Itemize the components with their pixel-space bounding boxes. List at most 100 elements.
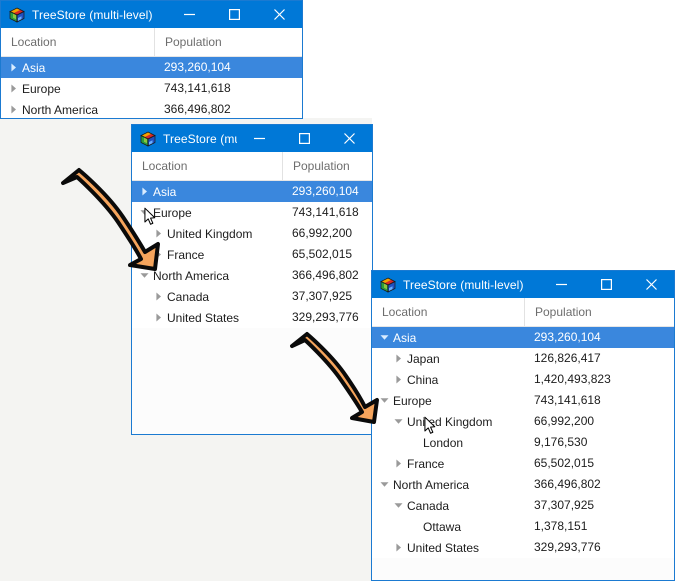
chevron-right-icon[interactable] bbox=[5, 57, 21, 78]
column-header-population[interactable]: Population bbox=[154, 28, 302, 56]
tree-row-location: Europe bbox=[132, 202, 282, 223]
tree-row[interactable]: France 65,502,015 bbox=[132, 244, 372, 265]
column-header-population[interactable]: Population bbox=[524, 298, 674, 326]
chevron-right-icon[interactable] bbox=[150, 286, 166, 307]
close-button[interactable] bbox=[327, 125, 372, 152]
tree-row-location: Europe bbox=[1, 78, 154, 99]
column-header-location[interactable]: Location bbox=[1, 28, 154, 56]
tree-row-population: 366,496,802 bbox=[164, 102, 231, 116]
chevron-down-icon[interactable] bbox=[390, 411, 406, 432]
chevron-right-icon[interactable] bbox=[150, 223, 166, 244]
chevron-right-icon[interactable] bbox=[390, 537, 406, 558]
tree-row-label: France bbox=[167, 247, 205, 262]
tree-row-location: United States bbox=[132, 307, 282, 328]
chevron-down-icon[interactable] bbox=[136, 265, 152, 286]
tree-row-label: Europe bbox=[393, 393, 432, 408]
tree-row[interactable]: London 9,176,530 bbox=[372, 432, 674, 453]
tree-row[interactable]: North America 366,496,802 bbox=[372, 474, 674, 495]
window-3-title: TreeStore (multi-level) bbox=[403, 277, 524, 292]
chevron-right-icon[interactable] bbox=[136, 181, 152, 202]
close-button[interactable] bbox=[257, 1, 302, 28]
chevron-right-icon[interactable] bbox=[390, 348, 406, 369]
maximize-button[interactable] bbox=[282, 125, 327, 152]
tree-row-location: Asia bbox=[132, 181, 282, 202]
cube-icon bbox=[9, 7, 25, 23]
tree-row-population: 65,502,015 bbox=[292, 247, 353, 261]
tree-row-location: France bbox=[372, 453, 524, 474]
window-2[interactable]: TreeStore (multi-level) Location Populat… bbox=[131, 124, 373, 435]
tree-row-label: United States bbox=[167, 310, 240, 325]
window-3-column-headers: Location Population bbox=[372, 298, 674, 327]
chevron-right-icon[interactable] bbox=[390, 453, 406, 474]
chevron-right-icon[interactable] bbox=[390, 369, 406, 390]
chevron-right-icon[interactable] bbox=[150, 307, 166, 328]
tree-row-population: 65,502,015 bbox=[534, 456, 595, 470]
tree-row[interactable]: Ottawa 1,378,151 bbox=[372, 516, 674, 537]
minimize-button[interactable] bbox=[237, 125, 282, 152]
window-2-titlebar[interactable]: TreeStore (multi-level) bbox=[132, 125, 372, 152]
column-header-population[interactable]: Population bbox=[282, 152, 372, 180]
spacer-icon bbox=[406, 516, 422, 537]
tree-row-population: 1,420,493,823 bbox=[534, 372, 611, 386]
chevron-down-icon[interactable] bbox=[390, 495, 406, 516]
column-header-location[interactable]: Location bbox=[372, 298, 524, 326]
maximize-button[interactable] bbox=[584, 271, 629, 298]
tree-row-population: 743,141,618 bbox=[292, 205, 359, 219]
tree-row[interactable]: Canada 37,307,925 bbox=[372, 495, 674, 516]
window-2-tree-body[interactable]: Asia 293,260,104 Europe 743,141,618 United K… bbox=[132, 181, 372, 434]
tree-row-location: London bbox=[372, 432, 524, 453]
cube-icon bbox=[140, 131, 156, 147]
tree-row-label: United Kingdom bbox=[167, 226, 253, 241]
chevron-down-icon[interactable] bbox=[136, 202, 152, 223]
tree-row-label: North America bbox=[393, 477, 470, 492]
minimize-button[interactable] bbox=[539, 271, 584, 298]
tree-row[interactable]: United Kingdom 66,992,200 bbox=[372, 411, 674, 432]
tree-row[interactable]: Europe 743,141,618 bbox=[372, 390, 674, 411]
tree-row-population: 9,176,530 bbox=[534, 435, 588, 449]
chevron-down-icon[interactable] bbox=[376, 327, 392, 348]
window-3-titlebar[interactable]: TreeStore (multi-level) bbox=[372, 271, 674, 298]
minimize-button[interactable] bbox=[167, 1, 212, 28]
tree-row[interactable]: France 65,502,015 bbox=[372, 453, 674, 474]
tree-row-population: 743,141,618 bbox=[164, 81, 231, 95]
chevron-down-icon[interactable] bbox=[376, 474, 392, 495]
tree-row[interactable]: Europe 743,141,618 bbox=[132, 202, 372, 223]
tree-row-label: Canada bbox=[167, 289, 210, 304]
tree-row[interactable]: Japan 126,826,417 bbox=[372, 348, 674, 369]
tree-row-population: 126,826,417 bbox=[534, 351, 601, 365]
tree-row[interactable]: North America 366,496,802 bbox=[132, 265, 372, 286]
cube-icon bbox=[380, 277, 396, 293]
tree-row-population: 293,260,104 bbox=[292, 184, 359, 198]
tree-row[interactable]: Asia 293,260,104 bbox=[1, 57, 302, 78]
window-1[interactable]: TreeStore (multi-level) Location Populat… bbox=[0, 0, 303, 119]
chevron-right-icon[interactable] bbox=[5, 78, 21, 99]
tree-row[interactable]: Europe 743,141,618 bbox=[1, 78, 302, 99]
close-button[interactable] bbox=[629, 271, 674, 298]
tree-row[interactable]: Canada 37,307,925 bbox=[132, 286, 372, 307]
chevron-right-icon[interactable] bbox=[150, 244, 166, 265]
tree-row-location: United Kingdom bbox=[372, 411, 524, 432]
tree-row-population: 1,378,151 bbox=[534, 519, 588, 533]
window-3-tree-body[interactable]: Asia 293,260,104 Japan 126,826,417 China 1,42… bbox=[372, 327, 674, 580]
window-1-tree-body[interactable]: Asia 293,260,104 Europe 743,141,618 North Am… bbox=[1, 57, 302, 118]
window-1-titlebar[interactable]: TreeStore (multi-level) bbox=[1, 1, 302, 28]
window-3[interactable]: TreeStore (multi-level) Location Populat… bbox=[371, 270, 675, 581]
tree-row-location: Canada bbox=[132, 286, 282, 307]
tree-row[interactable]: United States 329,293,776 bbox=[372, 537, 674, 558]
column-header-location[interactable]: Location bbox=[132, 152, 282, 180]
chevron-down-icon[interactable] bbox=[376, 390, 392, 411]
tree-row-label: United States bbox=[407, 540, 480, 555]
tree-row-label: Europe bbox=[153, 205, 192, 220]
chevron-right-icon[interactable] bbox=[5, 99, 21, 118]
tree-row[interactable]: Asia 293,260,104 bbox=[372, 327, 674, 348]
tree-row[interactable]: North America 366,496,802 bbox=[1, 99, 302, 118]
maximize-button[interactable] bbox=[212, 1, 257, 28]
tree-row[interactable]: United States 329,293,776 bbox=[132, 307, 372, 328]
tree-row[interactable]: Asia 293,260,104 bbox=[132, 181, 372, 202]
tree-row[interactable]: United Kingdom 66,992,200 bbox=[132, 223, 372, 244]
tree-row-location: China bbox=[372, 369, 524, 390]
tree-row-population: 293,260,104 bbox=[164, 60, 231, 74]
window-1-rows: Asia 293,260,104 Europe 743,141,618 North Am… bbox=[1, 57, 302, 118]
tree-row-location: Ottawa bbox=[372, 516, 524, 537]
tree-row[interactable]: China 1,420,493,823 bbox=[372, 369, 674, 390]
